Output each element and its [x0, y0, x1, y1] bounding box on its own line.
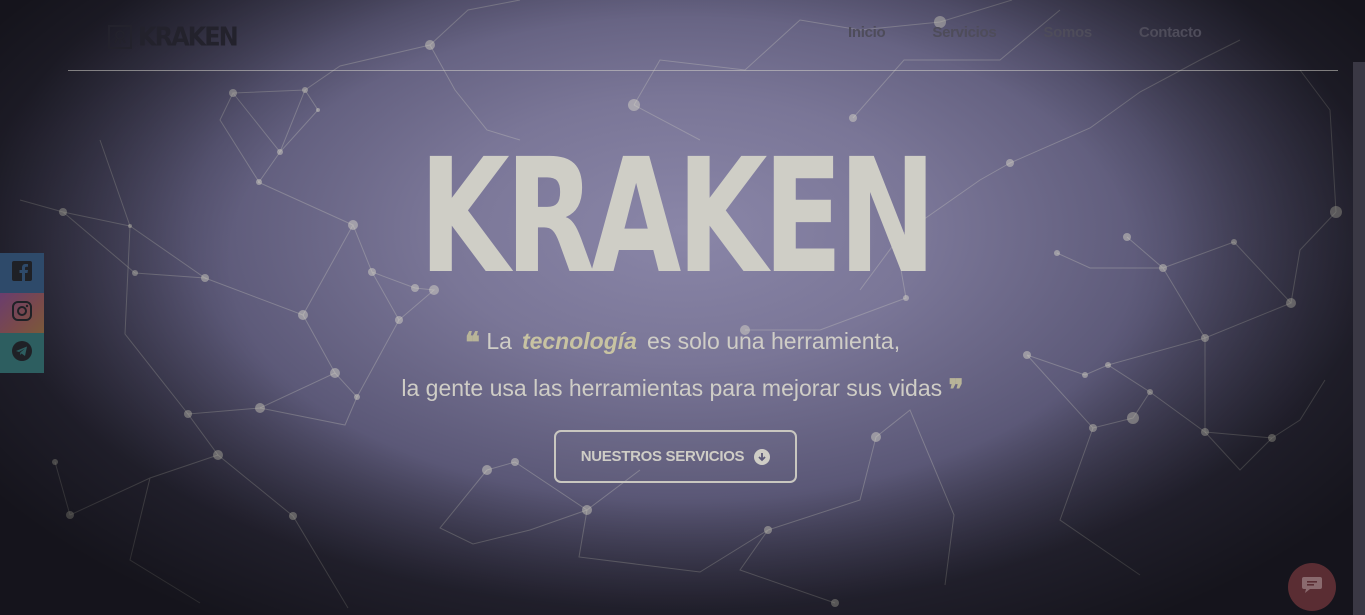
nav-link-inicio[interactable]: Inicio — [848, 24, 886, 41]
close-quote-icon: ❞ — [948, 373, 964, 406]
telegram-icon — [11, 340, 33, 367]
facebook-icon — [11, 260, 33, 287]
telegram-link[interactable] — [0, 333, 44, 373]
quote-part-2: es solo una herramienta, — [646, 328, 901, 354]
quote-part-1: La — [486, 328, 512, 354]
social-sidebar — [0, 253, 44, 373]
brand-logo[interactable]: KRAKEN — [108, 21, 239, 53]
nav-link-somos[interactable]: Somos — [1043, 24, 1092, 41]
hero-title: KRAKEN — [418, 125, 936, 309]
hero-title-wrap: KRAKEN — [400, 132, 950, 302]
nav-link-contacto[interactable]: Contacto — [1139, 24, 1202, 41]
main-nav: Inicio Servicios Somos Contacto — [848, 24, 1249, 41]
hero-quote-line-2: la gente usa las herramientas para mejor… — [0, 373, 1365, 406]
cta-label: NUESTROS SERVICIOS — [580, 448, 745, 465]
top-navbar: KRAKEN Inicio Servicios Somos Contacto — [68, 0, 1338, 71]
instagram-link[interactable] — [0, 293, 44, 333]
instagram-icon — [11, 300, 33, 327]
nuestros-servicios-button[interactable]: NUESTROS SERVICIOS — [554, 430, 797, 483]
kraken-logo-icon — [108, 25, 132, 49]
quote-emphasis: tecnología — [521, 328, 637, 354]
chat-widget-button[interactable] — [1288, 563, 1336, 611]
quote-line-2-text: la gente usa las herramientas para mejor… — [401, 375, 943, 401]
brand-name: KRAKEN — [138, 21, 239, 53]
chat-bubble-icon — [1301, 575, 1323, 600]
hero-quote-line-1: ❝ La tecnología es solo una herramienta, — [0, 326, 1365, 359]
nav-link-servicios[interactable]: Servicios — [932, 24, 996, 41]
facebook-link[interactable] — [0, 253, 44, 293]
open-quote-icon: ❝ — [464, 326, 480, 359]
arrow-down-circle-icon — [754, 448, 771, 465]
